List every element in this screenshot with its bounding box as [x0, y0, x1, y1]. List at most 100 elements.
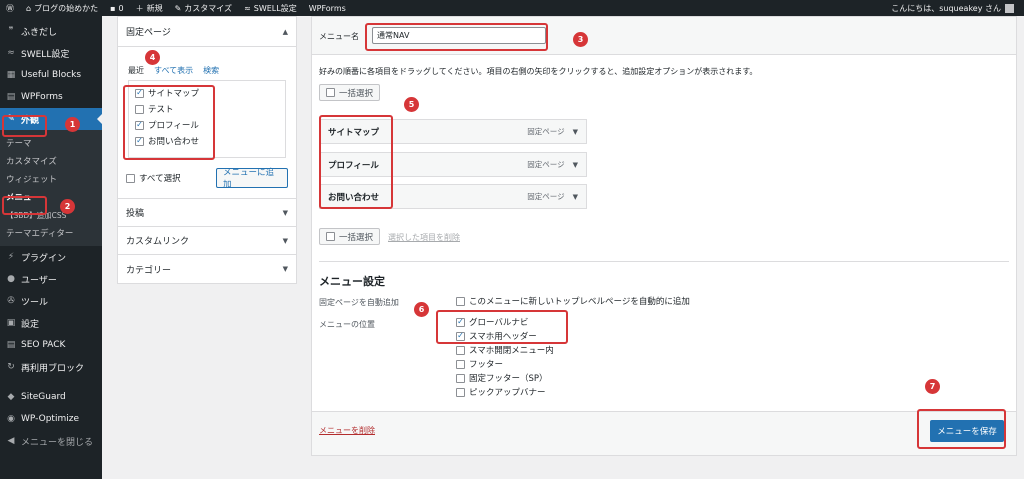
customize-link[interactable]: ✎ カスタマイズ	[169, 3, 238, 14]
brush-icon: ✎	[174, 3, 182, 13]
sidebar-item-wp-optimize[interactable]: ◉ WP-Optimize	[0, 408, 102, 430]
account-menu[interactable]: こんにちは、suqueakey さん	[891, 3, 1024, 14]
location-option[interactable]: スマホ開閉メニュー内	[456, 343, 554, 357]
submenu-widgets[interactable]: ウィジェット	[0, 170, 102, 188]
expand-arrow-icon[interactable]: ▼	[573, 128, 578, 136]
bulk-select-button[interactable]: 一括選択	[319, 84, 381, 101]
chevron-down-icon: ▼	[282, 208, 288, 217]
annotation-marker: 5	[404, 97, 419, 112]
shield-icon: ◆	[7, 392, 15, 402]
expand-arrow-icon[interactable]: ▼	[573, 161, 578, 169]
menu-management-panel: メニュー名 通常NAV 好みの順番に各項目をドラッグしてください。項目の右側の矢…	[311, 16, 1017, 456]
menu-footer	[312, 411, 1016, 455]
location-checkbox[interactable]	[456, 359, 465, 369]
bulk-select-checkbox	[326, 232, 335, 241]
annotation-box-pages	[123, 85, 215, 160]
sidebar-item-plugins[interactable]: ⚡ プラグイン	[0, 246, 102, 268]
expand-arrow-icon[interactable]: ▼	[573, 193, 578, 201]
collapse-menu-button[interactable]: ◀ メニューを閉じる	[0, 430, 102, 452]
select-all-pages[interactable]: すべて選択	[126, 170, 181, 186]
annotation-box-save	[917, 409, 1006, 449]
annotation-box-menu-name	[365, 23, 548, 51]
drag-instructions: 好みの順番に各項目をドラッグしてください。項目の右側の矢印をクリックすると、追加…	[319, 67, 758, 76]
custom-links-header[interactable]: カスタムリンク ▼	[118, 227, 296, 255]
sidebar-item-siteguard[interactable]: ◆ SiteGuard	[0, 386, 102, 408]
annotation-marker: 3	[573, 32, 588, 47]
submenu-theme-editor[interactable]: テーマエディター	[0, 224, 102, 242]
appearance-submenu: テーマ カスタマイズ ウィジェット メニュー 【SBD】追加CSS テーマエディ…	[0, 130, 102, 246]
annotation-marker: 4	[145, 50, 160, 65]
plus-icon: ＋	[135, 3, 144, 13]
fixed-pages-header[interactable]: 固定ページ ▲	[118, 17, 296, 47]
auto-add-checkbox[interactable]	[456, 296, 465, 306]
admin-sidebar: ❞ ふきだし ≈ SWELL設定 ▦ Useful Blocks ▤ WPFor…	[0, 16, 102, 479]
chevron-down-icon: ▼	[282, 236, 288, 245]
tab-search[interactable]: 検索	[203, 65, 219, 77]
location-option[interactable]: ピックアップバナー	[456, 385, 554, 399]
sidebar-item-useful-blocks[interactable]: ▦ Useful Blocks	[0, 64, 102, 86]
select-all-checkbox[interactable]	[126, 173, 135, 183]
swell-icon: ≈	[244, 3, 251, 13]
divider	[319, 261, 1009, 262]
settings-icon: ▣	[6, 318, 16, 328]
submenu-customize[interactable]: カスタマイズ	[0, 152, 102, 170]
sidebar-item-users[interactable]: ● ユーザー	[0, 268, 102, 290]
sidebar-item-tools[interactable]: ✇ ツール	[0, 290, 102, 312]
swell-icon: ≈	[7, 48, 15, 58]
location-checkbox[interactable]	[456, 387, 465, 397]
auto-add-label: 固定ページを自動追加	[319, 298, 399, 307]
collapse-icon: ◀	[7, 436, 15, 446]
sidebar-item-fukidashi[interactable]: ❞ ふきだし	[0, 20, 102, 42]
auto-add-option[interactable]: このメニューに新しいトップレベルページを自動的に追加	[456, 293, 690, 309]
speech-bubble-icon: ❞	[8, 26, 14, 36]
sidebar-item-settings[interactable]: ▣ 設定	[0, 312, 102, 334]
sidebar-item-reusable-blocks[interactable]: ↻ 再利用ブロック	[0, 356, 102, 378]
page-tabs: 最近 すべて表示 検索	[118, 65, 296, 77]
home-icon: ⌂	[26, 3, 32, 13]
location-option[interactable]: フッター	[456, 357, 554, 371]
annotation-box-menu-items	[319, 115, 393, 209]
tab-view-all[interactable]: すべて表示	[154, 65, 193, 77]
chevron-up-icon: ▲	[282, 27, 288, 36]
plug-icon: ⚡	[7, 252, 15, 262]
annotation-box-locations	[436, 310, 568, 344]
form-icon: ▤	[6, 92, 16, 102]
menu-name-label: メニュー名	[319, 32, 359, 41]
site-name-link[interactable]: ⌂ ブログの始めかた	[20, 3, 104, 14]
tab-recent[interactable]: 最近	[128, 65, 144, 77]
new-content-link[interactable]: ＋ 新規	[130, 3, 169, 14]
avatar	[1005, 3, 1014, 13]
annotation-box-menus	[2, 196, 47, 215]
comments-link[interactable]: ▪ 0	[104, 4, 130, 13]
reuse-icon: ↻	[7, 362, 15, 372]
optimize-icon: ◉	[7, 414, 15, 424]
menu-settings-title: メニュー設定	[319, 275, 385, 288]
menu-location-label: メニューの位置	[319, 320, 375, 329]
categories-header[interactable]: カテゴリー ▼	[118, 255, 296, 283]
wpforms-link[interactable]: WPForms	[303, 4, 352, 13]
delete-menu-link[interactable]: メニューを削除	[319, 425, 375, 436]
wrench-icon: ✇	[7, 296, 15, 306]
location-option[interactable]: 固定フッター（SP）	[456, 371, 554, 385]
posts-header[interactable]: 投稿 ▼	[118, 199, 296, 227]
annotation-marker: 2	[60, 199, 75, 214]
admin-bar: Ⓦ ⌂ ブログの始めかた ▪ 0 ＋ 新規 ✎ カスタマイズ ≈ SWELL設定…	[0, 0, 1024, 16]
add-to-menu-button[interactable]: メニューに追加	[216, 168, 288, 190]
swell-settings-link[interactable]: ≈ SWELL設定	[238, 3, 303, 14]
user-icon: ●	[7, 274, 15, 284]
annotation-box-appearance	[2, 115, 47, 137]
sidebar-item-swell[interactable]: ≈ SWELL設定	[0, 42, 102, 64]
bulk-select-checkbox	[326, 88, 335, 97]
remove-selected-link[interactable]: 選択した項目を削除	[388, 232, 460, 243]
sidebar-item-wpforms[interactable]: ▤ WPForms	[0, 86, 102, 108]
annotation-marker: 6	[414, 302, 429, 317]
wordpress-logo-icon[interactable]: Ⓦ	[0, 3, 20, 14]
bulk-select-button-bottom[interactable]: 一括選択	[319, 228, 381, 245]
annotation-marker: 1	[65, 117, 80, 132]
chevron-down-icon: ▼	[282, 265, 288, 273]
location-checkbox[interactable]	[456, 345, 465, 355]
location-checkbox[interactable]	[456, 373, 465, 383]
comment-icon: ▪	[110, 3, 116, 13]
seo-icon: ▤	[6, 340, 16, 350]
sidebar-item-seo-pack[interactable]: ▤ SEO PACK	[0, 334, 102, 356]
